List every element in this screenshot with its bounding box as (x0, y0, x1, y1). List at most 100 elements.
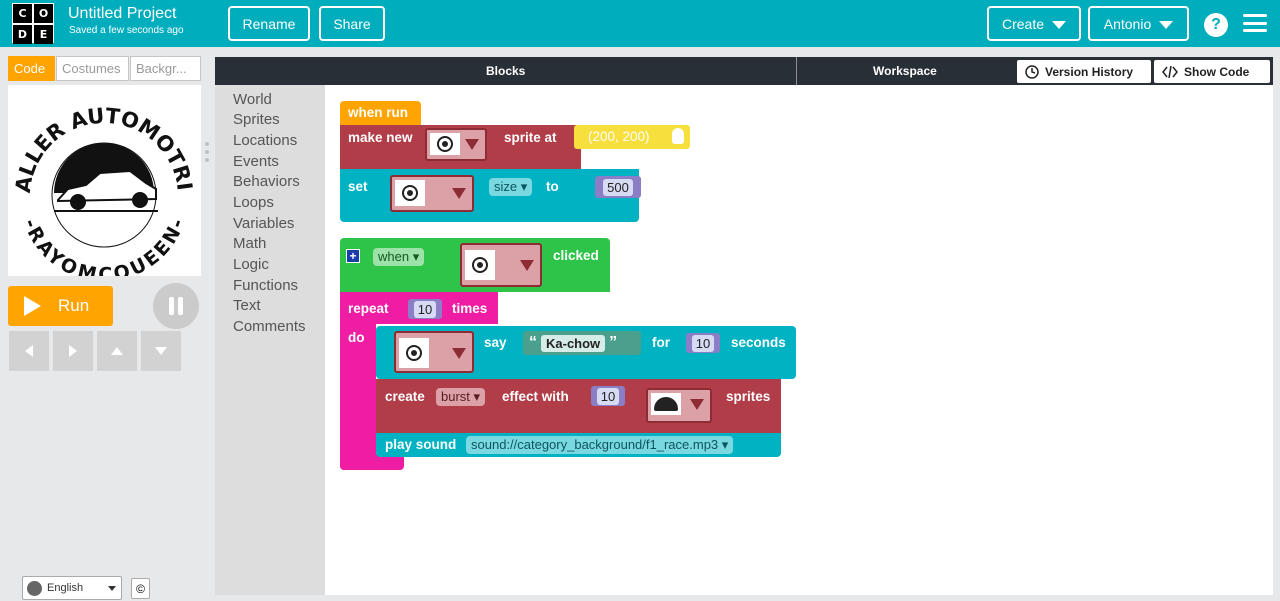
show-code-button[interactable]: Show Code (1154, 60, 1270, 83)
expand-plus-icon[interactable]: + (346, 249, 360, 263)
location-input[interactable]: (200, 200) (574, 125, 690, 149)
number-value: 500 (603, 178, 633, 196)
workspace-header: Blocks Workspace Version History Show Co… (215, 57, 1273, 85)
quote-close-icon: ” (609, 334, 618, 351)
property-dropdown[interactable]: size ▾ (489, 178, 533, 196)
version-history-button[interactable]: Version History (1017, 60, 1151, 83)
size-value-input[interactable]: 500 (595, 176, 641, 198)
repeat-block[interactable]: repeat 10 times (340, 292, 498, 324)
sprite-costume-dropdown[interactable] (460, 243, 542, 287)
quote-open-icon: “ (529, 334, 537, 351)
block-label: sprites (726, 389, 771, 404)
sprite-costume-dropdown[interactable] (394, 331, 474, 373)
play-sound-block[interactable]: play sound sound://category_background/f… (376, 433, 781, 457)
say-block[interactable]: say “ Ka-chow ” for 10 seconds (376, 326, 796, 379)
show-code-label: Show Code (1184, 64, 1250, 79)
effect-count-input[interactable]: 10 (591, 386, 625, 406)
sprite-costume-dropdown[interactable] (390, 175, 474, 212)
sound-dropdown[interactable]: sound://category_background/f1_race.mp3 … (466, 436, 734, 454)
repeat-block-arm: do (340, 324, 376, 470)
arrow-up-icon (111, 347, 123, 355)
copyright-button[interactable]: © (131, 578, 150, 599)
user-menu-button[interactable]: Antonio (1088, 6, 1189, 41)
create-effect-block[interactable]: create burst ▾ effect with 10 sprites (376, 379, 781, 433)
language-select[interactable]: English (22, 576, 122, 600)
toolbox-category-comments[interactable]: Comments (233, 318, 306, 335)
chevron-down-icon (520, 260, 534, 271)
rename-button[interactable]: Rename (228, 6, 310, 41)
version-history-label: Version History (1045, 64, 1134, 79)
block-label: when run (348, 105, 408, 120)
language-label: English (47, 582, 84, 594)
block-label: play sound (385, 437, 457, 452)
globe-icon (27, 580, 42, 596)
say-text-value: Ka-chow (541, 334, 606, 352)
arrow-left-button[interactable] (9, 331, 49, 371)
location-pin-icon[interactable] (672, 128, 684, 144)
user-label: Antonio (1103, 15, 1152, 32)
say-text-input[interactable]: “ Ka-chow ” (523, 331, 641, 355)
toolbox-category-behaviors[interactable]: Behaviors (233, 173, 300, 190)
toolbox-category-text[interactable]: Text (233, 297, 261, 314)
sprite-thumbnail-icon (472, 257, 488, 273)
repeat-count-input[interactable]: 10 (408, 299, 442, 319)
effect-dropdown[interactable]: burst ▾ (436, 388, 486, 406)
share-button[interactable]: Share (319, 6, 385, 41)
location-value: (200, 200) (588, 129, 650, 144)
arrow-up-button[interactable] (97, 331, 137, 371)
panel-resize-handle[interactable] (205, 142, 209, 162)
effect-sprite-dropdown[interactable] (646, 388, 712, 423)
arrow-right-icon (69, 345, 77, 357)
event-dropdown[interactable]: when ▾ (373, 248, 425, 266)
block-label: clicked (553, 248, 599, 263)
chevron-down-icon (452, 188, 466, 199)
help-icon[interactable]: ? (1204, 13, 1228, 37)
left-panel-tabs: Code Costumes Backgr... (8, 56, 202, 81)
create-button[interactable]: Create (987, 6, 1081, 41)
car-thumbnail-icon (654, 397, 678, 411)
code-org-logo[interactable]: C O D E (12, 3, 54, 44)
arrow-right-button[interactable] (53, 331, 93, 371)
block-label: repeat (348, 301, 389, 316)
toolbox-category-math[interactable]: Math (233, 235, 266, 252)
sprite-costume-dropdown[interactable] (425, 128, 487, 161)
logo-letter: E (34, 25, 53, 44)
workspace-header-label: Workspace (873, 64, 937, 78)
save-status: Saved a few seconds ago (69, 25, 184, 36)
tab-costumes[interactable]: Costumes (56, 56, 129, 81)
block-label: say (484, 335, 507, 350)
toolbox-category-locations[interactable]: Locations (233, 132, 297, 149)
rename-label: Rename (242, 15, 296, 32)
tab-code[interactable]: Code (8, 56, 55, 81)
game-stage[interactable]: TALLER AUTOMOTRIZ -RAYOMCQUEEN- (8, 85, 201, 276)
run-button[interactable]: Run (8, 286, 113, 326)
set-property-block[interactable]: set size ▾ to 500 (340, 169, 641, 222)
property-value: size (494, 179, 518, 194)
toolbox-category-variables[interactable]: Variables (233, 215, 294, 232)
pause-icon (169, 297, 174, 315)
effect-value: burst (441, 389, 470, 404)
sprite-thumbnail-icon (406, 345, 422, 361)
when-clicked-block[interactable]: + when ▾ clicked (340, 238, 610, 292)
block-label: times (452, 301, 488, 316)
make-new-sprite-block[interactable]: make new sprite at (340, 125, 581, 169)
toolbox-category-loops[interactable]: Loops (233, 194, 274, 211)
pause-button[interactable] (153, 283, 199, 329)
tab-backgrounds[interactable]: Backgr... (130, 56, 201, 81)
toolbox-category-functions[interactable]: Functions (233, 277, 298, 294)
block-workspace-canvas[interactable]: when run make new sprite at (200, 200) s… (325, 85, 1273, 595)
toolbox-category-world[interactable]: World (233, 91, 272, 108)
sprite-logo-image: TALLER AUTOMOTRIZ -RAYOMCQUEEN- (8, 85, 197, 276)
say-seconds-input[interactable]: 10 (686, 333, 720, 353)
toolbox-category-logic[interactable]: Logic (233, 256, 269, 273)
play-icon (24, 296, 41, 316)
toolbox-category-sprites[interactable]: Sprites (233, 111, 280, 128)
chevron-down-icon (1052, 20, 1067, 29)
chevron-down-icon (108, 585, 116, 591)
logo-letter: D (13, 25, 32, 44)
when-run-block[interactable]: when run (340, 101, 421, 125)
header-divider (796, 57, 797, 85)
toolbox-category-events[interactable]: Events (233, 153, 279, 170)
arrow-down-button[interactable] (141, 331, 181, 371)
hamburger-menu-icon[interactable] (1243, 14, 1267, 32)
